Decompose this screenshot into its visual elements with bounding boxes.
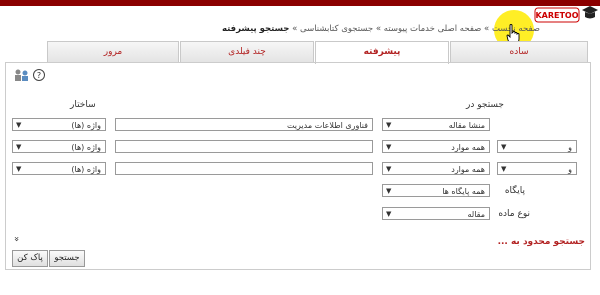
search-in-label: جستجو در: [466, 100, 504, 110]
expand-toggle-icon[interactable]: »: [11, 236, 21, 242]
structure-select-2[interactable]: ▼ واژه (ها): [12, 140, 106, 153]
clear-button[interactable]: پاک کن: [12, 250, 48, 267]
top-bar: [0, 0, 600, 6]
users-icon[interactable]: [15, 69, 28, 82]
breadcrumb-current: جستجو پیشرفته: [221, 24, 290, 34]
breadcrumb-separator: »: [484, 24, 490, 34]
field-select-1[interactable]: ▼ منشا مقاله: [382, 118, 490, 131]
field-select-1-value: منشا مقاله: [448, 121, 485, 130]
structure-select-1[interactable]: ▼ واژه (ها): [12, 118, 106, 131]
help-icon[interactable]: ?: [33, 69, 45, 81]
structure-select-3-value: واژه (ها): [71, 165, 101, 174]
operator-select-2-value: و: [568, 143, 572, 152]
database-select[interactable]: ▼ همه پایگاه ها: [382, 184, 490, 197]
tab-multi-field[interactable]: چند فیلدی: [180, 41, 314, 62]
structure-label: ساختار: [70, 100, 96, 110]
field-select-3[interactable]: ▼ همه موارد: [382, 162, 490, 175]
search-term-1[interactable]: فناوری اطلاعات مدیریت: [115, 118, 373, 131]
toolbar-icons: ?: [15, 69, 45, 82]
operator-select-2[interactable]: ▼ و: [497, 140, 577, 153]
operator-select-3-value: و: [568, 165, 572, 174]
breadcrumb-services[interactable]: صفحه اصلی خدمات پیوسته: [384, 24, 482, 34]
breadcrumb-bibliographic[interactable]: جستجوی کتابشناسی: [300, 24, 373, 34]
search-term-3[interactable]: [115, 162, 373, 175]
structure-select-3[interactable]: ▼ واژه (ها): [12, 162, 106, 175]
field-select-3-value: همه موارد: [451, 165, 485, 174]
search-button[interactable]: جستجو: [49, 250, 85, 267]
operator-select-3[interactable]: ▼ و: [497, 162, 577, 175]
material-type-select-value: مقاله: [467, 210, 486, 219]
structure-select-2-value: واژه (ها): [71, 143, 101, 152]
structure-select-1-value: واژه (ها): [71, 121, 101, 130]
breadcrumb-separator: »: [375, 24, 382, 34]
karetoo-logo: KARETOO: [534, 6, 598, 23]
database-label: پایگاه: [504, 186, 525, 196]
field-select-2-value: همه موارد: [451, 143, 485, 152]
search-tabs: مرور چند فیلدی پیشرفته ساده: [47, 41, 588, 64]
tab-simple[interactable]: ساده: [450, 41, 588, 62]
material-type-label: نوع ماده: [498, 209, 530, 219]
field-select-2[interactable]: ▼ همه موارد: [382, 140, 490, 153]
breadcrumb-separator: »: [292, 24, 298, 34]
material-type-select[interactable]: ▼ مقاله: [382, 207, 490, 220]
search-term-2[interactable]: [115, 140, 373, 153]
tab-advanced[interactable]: پیشرفته: [315, 41, 449, 64]
logo-text: KARETOO: [535, 11, 578, 20]
tab-browse[interactable]: مرور: [47, 41, 179, 62]
database-select-value: همه پایگاه ها: [442, 187, 485, 196]
breadcrumb: صفحه نخست » صفحه اصلی خدمات پیوسته » جست…: [222, 24, 540, 34]
restrict-search-link[interactable]: جستجو محدود به ...: [498, 237, 585, 247]
svg-text:?: ?: [37, 71, 41, 80]
